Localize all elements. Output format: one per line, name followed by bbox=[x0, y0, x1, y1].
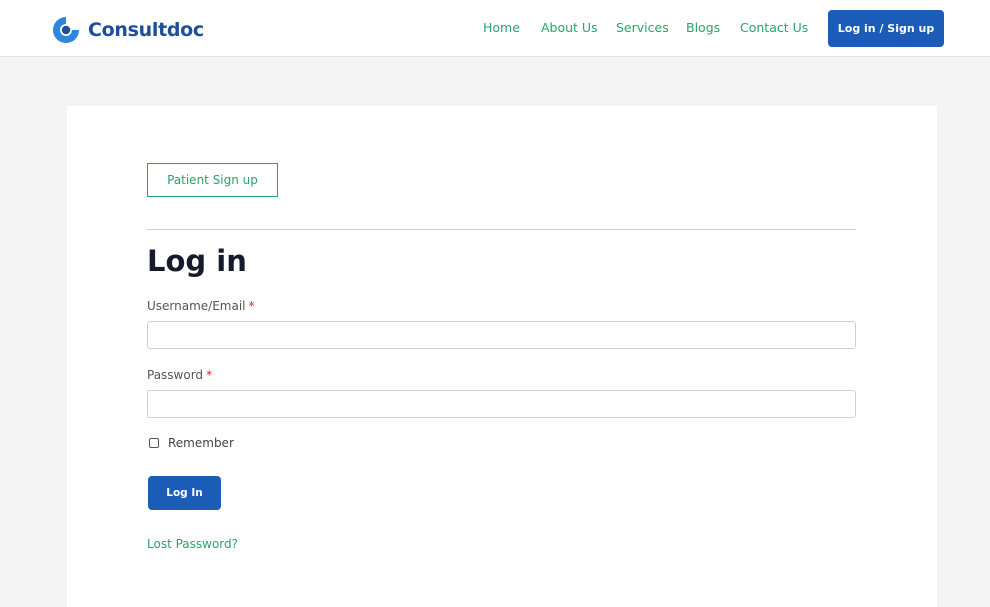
username-email-input[interactable] bbox=[147, 321, 856, 349]
nav-about-us[interactable]: About Us bbox=[541, 20, 598, 35]
password-label: Password * bbox=[147, 368, 212, 382]
password-label-text: Password bbox=[147, 368, 204, 382]
consultdoc-logo-icon bbox=[51, 15, 81, 45]
login-card: Patient Sign up Log in Username/Email * P… bbox=[67, 106, 937, 607]
required-mark: * bbox=[248, 299, 255, 313]
username-label: Username/Email * bbox=[147, 299, 255, 313]
brand-name: Consultdoc bbox=[88, 19, 204, 41]
nav-services[interactable]: Services bbox=[616, 20, 669, 35]
lost-password-link[interactable]: Lost Password? bbox=[147, 537, 238, 551]
username-label-text: Username/Email bbox=[147, 299, 246, 313]
remember-checkbox[interactable] bbox=[149, 438, 159, 448]
nav-contact-us[interactable]: Contact Us bbox=[740, 20, 808, 35]
nav-home[interactable]: Home bbox=[483, 20, 520, 35]
nav-blogs[interactable]: Blogs bbox=[686, 20, 720, 35]
remember-label: Remember bbox=[168, 436, 234, 450]
login-signup-button[interactable]: Log in / Sign up bbox=[828, 10, 944, 47]
login-submit-button[interactable]: Log In bbox=[148, 476, 221, 510]
divider bbox=[147, 229, 856, 230]
site-logo[interactable]: Consultdoc bbox=[51, 15, 204, 45]
page-title: Log in bbox=[147, 244, 247, 278]
remember-row: Remember bbox=[149, 436, 234, 450]
password-input[interactable] bbox=[147, 390, 856, 418]
site-header: Consultdoc Home About Us Services Blogs … bbox=[0, 0, 990, 57]
required-mark: * bbox=[206, 368, 213, 382]
patient-signup-button[interactable]: Patient Sign up bbox=[147, 163, 278, 197]
